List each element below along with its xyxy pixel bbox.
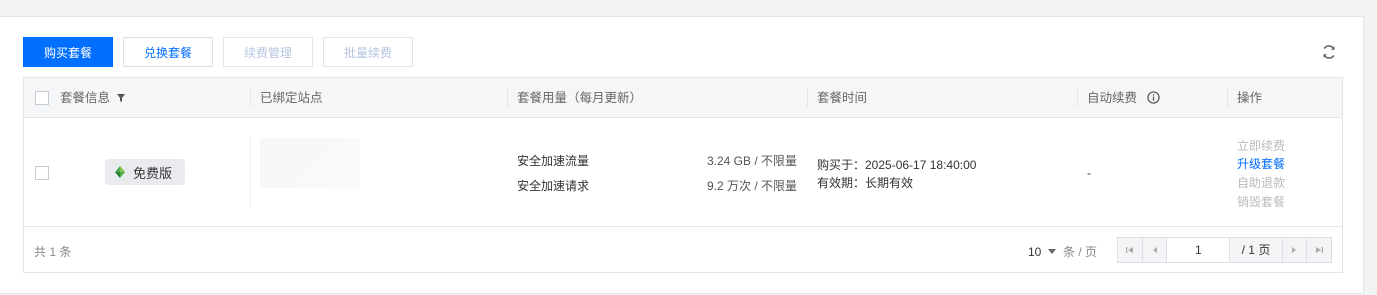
info-icon[interactable] xyxy=(1146,91,1160,104)
destroy-package-link[interactable]: 销毁套餐 xyxy=(1237,193,1285,210)
renew-now-link[interactable]: 立即续费 xyxy=(1237,137,1285,154)
column-divider xyxy=(250,136,251,208)
validity-period: 有效期：长期有效 xyxy=(817,176,914,190)
prev-page-icon xyxy=(1152,247,1157,253)
last-page-button[interactable] xyxy=(1306,238,1331,262)
buy-package-button[interactable]: 购买套餐 xyxy=(23,37,113,67)
pagination: / 1 页 xyxy=(1117,237,1332,263)
last-page-icon xyxy=(1316,247,1324,253)
select-all-checkbox[interactable] xyxy=(35,91,49,105)
package-table: 套餐信息 已绑定站点 套餐用量（每月更新） 套餐时间 自动续费 操作 免费版 安… xyxy=(23,77,1343,273)
page-size-value: 10 xyxy=(1028,245,1042,259)
prev-page-button[interactable] xyxy=(1142,238,1168,262)
header-auto-renew: 自动续费 xyxy=(1087,78,1160,118)
usage-label: 安全加速流量 xyxy=(517,154,590,168)
exchange-package-button[interactable]: 兑换套餐 xyxy=(123,37,213,67)
header-actions: 操作 xyxy=(1237,91,1263,105)
table-header: 套餐信息 已绑定站点 套餐用量（每月更新） 套餐时间 自动续费 操作 xyxy=(24,78,1342,118)
batch-renew-button[interactable]: 批量续费 xyxy=(323,37,413,67)
total-pages: / 1 页 xyxy=(1230,238,1282,262)
usage-value: 9.2 万次 / 不限量 xyxy=(706,179,797,193)
column-divider xyxy=(250,89,251,107)
usage-label: 安全加速请求 xyxy=(517,179,590,193)
usage-value: 3.24 GB / 不限量 xyxy=(706,154,797,168)
upgrade-package-link[interactable]: 升级套餐 xyxy=(1237,155,1285,172)
filter-icon[interactable] xyxy=(116,93,126,103)
package-panel: 购买套餐 兑换套餐 续费管理 批量续费 套餐信息 已绑定站点 套餐用量（每月更新… xyxy=(0,16,1364,294)
next-page-icon xyxy=(1292,247,1297,253)
plan-badge: 免费版 xyxy=(105,159,185,185)
bound-sites-cell xyxy=(260,138,360,188)
column-divider xyxy=(507,89,508,107)
next-page-button[interactable] xyxy=(1281,238,1307,262)
first-page-icon xyxy=(1125,247,1133,253)
caret-down-icon xyxy=(1047,249,1056,254)
toolbar: 购买套餐 兑换套餐 续费管理 批量续费 xyxy=(23,37,413,67)
first-page-button[interactable] xyxy=(1118,238,1143,262)
purchase-time: 购买于：2025-06-17 18:40:00 xyxy=(817,158,977,172)
plan-logo-icon xyxy=(115,166,125,178)
header-package-usage: 套餐用量（每月更新） xyxy=(517,91,643,105)
total-count: 共 1 条 xyxy=(34,245,72,259)
renew-manage-button[interactable]: 续费管理 xyxy=(223,37,313,67)
page-size-select[interactable]: 10 条 / 页 xyxy=(1028,243,1097,260)
current-page-input[interactable] xyxy=(1167,238,1231,262)
column-divider xyxy=(1227,89,1228,107)
header-package-time: 套餐时间 xyxy=(817,91,868,105)
header-bound-sites: 已绑定站点 xyxy=(260,91,323,105)
table-row: 免费版 安全加速流量 3.24 GB / 不限量 安全加速请求 9.2 万次 /… xyxy=(24,118,1342,227)
column-divider xyxy=(1077,89,1078,107)
table-footer: 共 1 条 10 条 / 页 / 1 页 xyxy=(24,227,1342,273)
page-size-unit: 条 / 页 xyxy=(1063,245,1098,259)
column-divider xyxy=(807,89,808,107)
header-package-info: 套餐信息 xyxy=(60,78,126,118)
auto-refund-link[interactable]: 自助退款 xyxy=(1237,174,1285,191)
refresh-icon[interactable] xyxy=(1321,44,1337,60)
row-checkbox[interactable] xyxy=(35,166,49,180)
auto-renew-value: - xyxy=(1087,166,1091,180)
